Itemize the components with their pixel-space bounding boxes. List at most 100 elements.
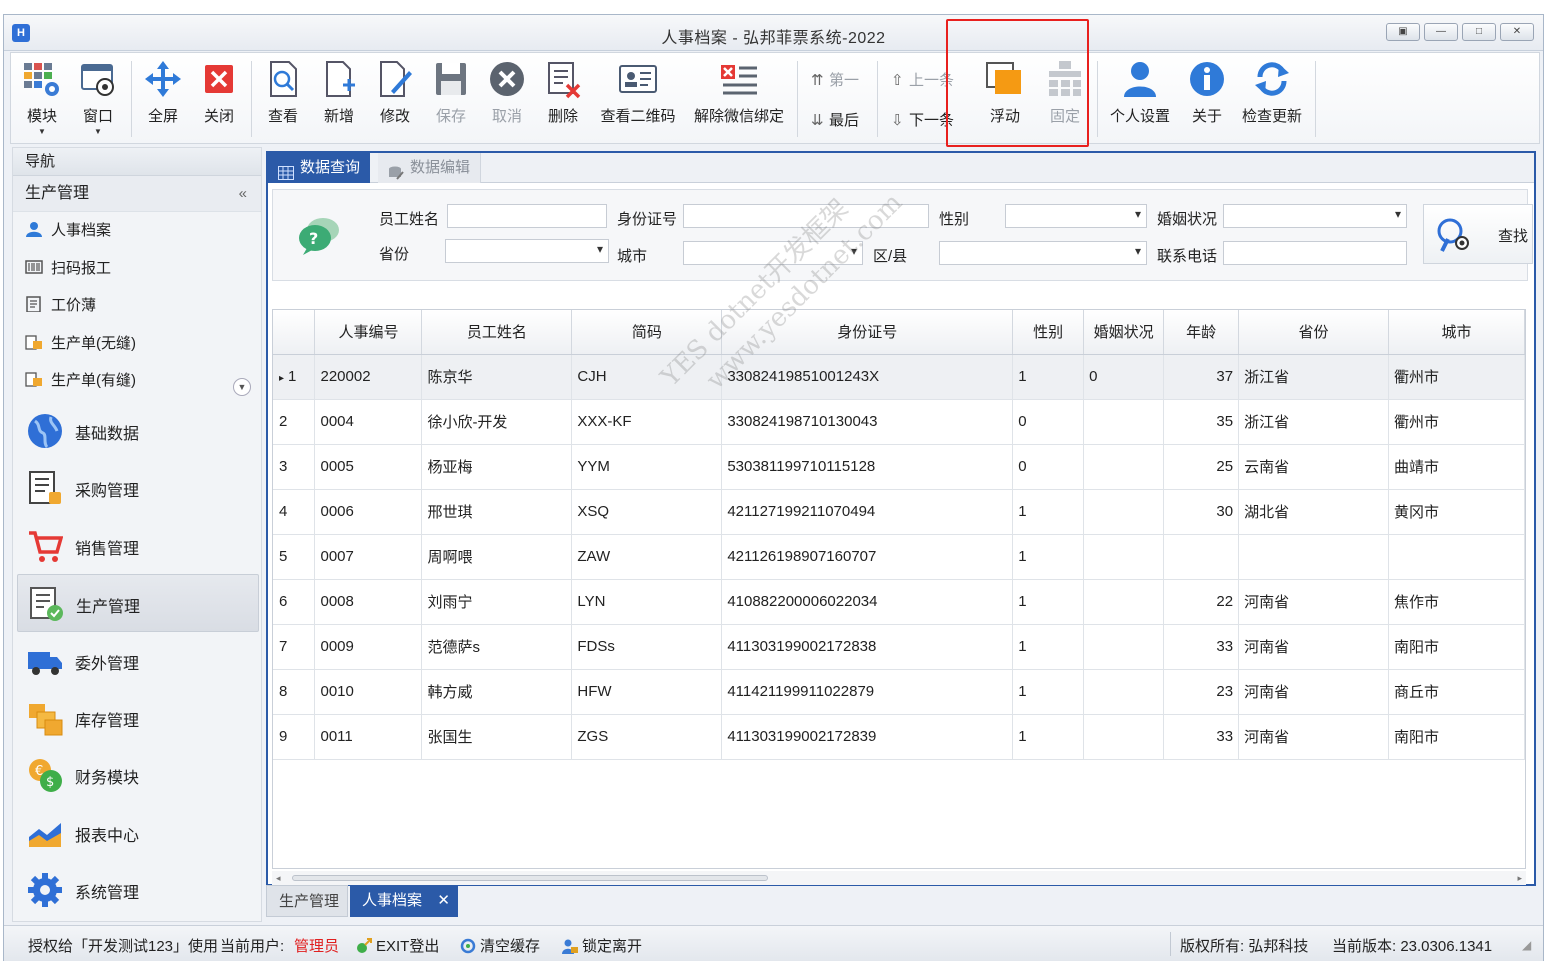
- table-cell[interactable]: 33: [1163, 624, 1240, 670]
- table-cell[interactable]: 南阳市: [1388, 714, 1525, 760]
- phone-input[interactable]: [1223, 241, 1407, 265]
- column-header[interactable]: 简码: [571, 310, 723, 355]
- module-button[interactable]: 模块 ▼: [19, 57, 65, 137]
- table-cell[interactable]: 河南省: [1238, 714, 1389, 760]
- column-header[interactable]: 省份: [1238, 310, 1389, 355]
- check-update-button[interactable]: 检查更新: [1237, 57, 1307, 137]
- row-number-cell[interactable]: 6: [273, 579, 316, 625]
- table-cell[interactable]: ZAW: [571, 534, 723, 580]
- first-record-button[interactable]: ⇈ 第一: [811, 69, 859, 90]
- table-cell[interactable]: 1: [1012, 354, 1085, 400]
- module-purchase[interactable]: 采购管理: [17, 459, 259, 516]
- collapse-sidebar-icon[interactable]: «: [239, 176, 247, 212]
- resize-grip-icon[interactable]: ◢: [1522, 938, 1531, 952]
- scrollbar-thumb[interactable]: [292, 875, 768, 881]
- province-select[interactable]: [445, 239, 609, 263]
- search-button[interactable]: 查找: [1423, 204, 1533, 264]
- column-header[interactable]: 城市: [1388, 310, 1525, 355]
- tab-data-query[interactable]: 数据查询: [268, 153, 371, 183]
- column-header[interactable]: 年龄: [1163, 310, 1240, 355]
- table-cell[interactable]: 0010: [314, 669, 423, 715]
- employee-name-input[interactable]: [447, 204, 607, 228]
- table-cell[interactable]: 1: [1012, 714, 1085, 760]
- row-number-cell[interactable]: 2: [273, 399, 316, 445]
- table-cell[interactable]: 411303199002172839: [721, 714, 1014, 760]
- row-number-cell[interactable]: ▸ 1: [273, 354, 316, 400]
- row-number-cell[interactable]: 9: [273, 714, 316, 760]
- module-reports[interactable]: 报表中心: [17, 804, 259, 861]
- table-row[interactable]: 9 0011 张国生 ZGS 411303199002172839 1 33 河南省 南阳市: [273, 714, 1525, 760]
- id-number-input[interactable]: [683, 204, 929, 228]
- table-cell[interactable]: 湖北省: [1238, 489, 1389, 535]
- table-cell[interactable]: 220002: [314, 354, 423, 400]
- unbind-wechat-button[interactable]: 解除微信绑定: [691, 57, 787, 137]
- table-cell[interactable]: 浙江省: [1238, 354, 1389, 400]
- about-button[interactable]: 关于: [1181, 57, 1233, 137]
- table-row[interactable]: 3 0005 杨亚梅 YYM 530381199710115128 0 25 云南省 曲靖市: [273, 444, 1525, 490]
- table-cell[interactable]: [1083, 624, 1165, 670]
- column-header[interactable]: 员工姓名: [421, 310, 573, 355]
- personal-settings-button[interactable]: 个人设置: [1105, 57, 1175, 137]
- table-cell[interactable]: 1: [1012, 579, 1085, 625]
- scroll-left-icon[interactable]: ◂: [276, 871, 281, 885]
- table-cell[interactable]: [1083, 399, 1165, 445]
- clear-cache-button[interactable]: 清空缓存: [460, 935, 540, 956]
- table-cell[interactable]: 云南省: [1238, 444, 1389, 490]
- column-header[interactable]: 性别: [1012, 310, 1085, 355]
- table-cell[interactable]: 河南省: [1238, 624, 1389, 670]
- table-cell[interactable]: 35: [1163, 399, 1240, 445]
- table-cell[interactable]: 杨亚梅: [421, 444, 573, 490]
- module-production[interactable]: 生产管理: [17, 574, 259, 632]
- module-inventory[interactable]: 库存管理: [17, 689, 259, 746]
- nav-group-header[interactable]: 生产管理 «: [13, 176, 261, 212]
- cancel-button[interactable]: 取消: [483, 57, 531, 137]
- column-header[interactable]: 婚姻状况: [1083, 310, 1165, 355]
- view-qrcode-button[interactable]: 查看二维码: [595, 57, 681, 137]
- table-cell[interactable]: CJH: [571, 354, 723, 400]
- table-cell[interactable]: 33082419851001243X: [721, 354, 1014, 400]
- row-number-cell[interactable]: 4: [273, 489, 316, 535]
- module-system[interactable]: 系统管理: [17, 861, 259, 918]
- table-row[interactable]: 8 0010 韩方威 HFW 411421199911022879 1 23 河南省 商丘市: [273, 669, 1525, 715]
- table-row[interactable]: ▸ 1 220002 陈京华 CJH 33082419851001243X 1 0 37 浙江省衢…: [273, 354, 1525, 400]
- table-cell[interactable]: 0008: [314, 579, 423, 625]
- exit-logout-button[interactable]: EXIT登出: [356, 935, 439, 956]
- delete-button[interactable]: 删除: [539, 57, 587, 137]
- table-cell[interactable]: [1083, 714, 1165, 760]
- table-row[interactable]: 4 0006 邢世琪 XSQ 421127199211070494 1 30 湖北省 黄冈市: [273, 489, 1525, 535]
- table-cell[interactable]: 1: [1012, 534, 1085, 580]
- close-window-button[interactable]: ✕: [1500, 23, 1534, 41]
- table-cell[interactable]: 徐小欣-开发: [421, 399, 573, 445]
- table-cell[interactable]: [1083, 444, 1165, 490]
- table-cell[interactable]: 衢州市: [1388, 354, 1525, 400]
- table-cell[interactable]: 411303199002172838: [721, 624, 1014, 670]
- table-cell[interactable]: 曲靖市: [1388, 444, 1525, 490]
- table-cell[interactable]: 33: [1163, 714, 1240, 760]
- restore-layout-icon[interactable]: ▣: [1386, 23, 1420, 41]
- table-cell[interactable]: 0: [1083, 354, 1165, 400]
- row-number-cell[interactable]: 8: [273, 669, 316, 715]
- table-row[interactable]: 6 0008 刘雨宁 LYN 410882200006022034 1 22 河南省 焦作市: [273, 579, 1525, 625]
- table-cell[interactable]: 张国生: [421, 714, 573, 760]
- table-cell[interactable]: YYM: [571, 444, 723, 490]
- row-number-cell[interactable]: 7: [273, 624, 316, 670]
- table-cell[interactable]: [1083, 579, 1165, 625]
- sidebar-item-personnel-file[interactable]: 人事档案: [13, 212, 261, 250]
- tab-data-edit[interactable]: 数据编辑: [378, 153, 482, 183]
- table-cell[interactable]: LYN: [571, 579, 723, 625]
- table-cell[interactable]: 范德萨s: [421, 624, 573, 670]
- maximize-button[interactable]: □: [1462, 23, 1496, 41]
- row-number-cell[interactable]: 5: [273, 534, 316, 580]
- prev-record-button[interactable]: ⇧ 上一条: [891, 69, 954, 90]
- table-cell[interactable]: 邢世琪: [421, 489, 573, 535]
- column-header[interactable]: 人事编号: [314, 310, 423, 355]
- minimize-button[interactable]: —: [1424, 23, 1458, 41]
- table-cell[interactable]: [1083, 669, 1165, 715]
- table-cell[interactable]: 1: [1012, 624, 1085, 670]
- table-cell[interactable]: 23: [1163, 669, 1240, 715]
- table-row[interactable]: 2 0004 徐小欣-开发 XXX-KF 330824198710130043 0 35 浙江…: [273, 399, 1525, 445]
- table-cell[interactable]: 0: [1012, 444, 1085, 490]
- table-cell[interactable]: 黄冈市: [1388, 489, 1525, 535]
- table-cell[interactable]: 410882200006022034: [721, 579, 1014, 625]
- table-cell[interactable]: 30: [1163, 489, 1240, 535]
